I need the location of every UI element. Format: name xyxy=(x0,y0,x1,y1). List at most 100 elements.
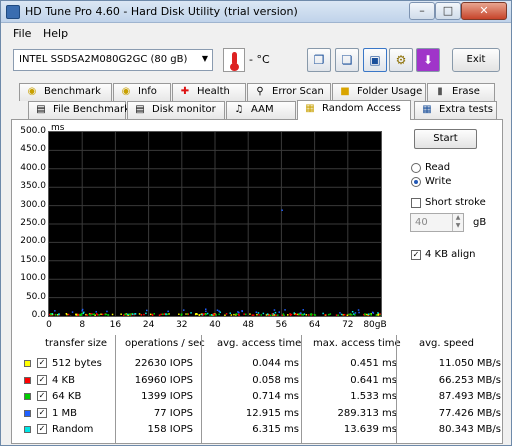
data-point xyxy=(126,313,129,316)
series-checkbox[interactable]: ✓ xyxy=(37,407,47,418)
maximize-button[interactable]: □ xyxy=(435,2,461,20)
table-row: ✓ 512 bytes 22630 IOPS 0.044 ms 0.451 ms 11.0… xyxy=(11,355,503,371)
short-stroke-checkbox[interactable] xyxy=(411,198,421,208)
speaker-icon: ♫ xyxy=(234,104,244,115)
write-label: Write xyxy=(425,176,452,187)
drive-select-value: INTEL SSDSA2M080G2GC (80 gB) xyxy=(19,54,188,65)
align-checkbox[interactable]: ✓ xyxy=(411,250,421,260)
app-icon xyxy=(6,5,20,19)
menu-bar: File Help xyxy=(1,24,511,44)
transfer-size-cell: 512 bytes xyxy=(52,358,102,369)
series-color-swatch xyxy=(24,376,31,384)
data-point xyxy=(51,313,54,315)
tab-erase[interactable]: ▮ Erase xyxy=(427,83,495,101)
drive-select[interactable]: INTEL SSDSA2M080G2GC (80 gB) ▼ xyxy=(13,49,213,71)
data-point xyxy=(138,313,141,315)
tab-folder-usage[interactable]: ■ Folder Usage xyxy=(332,83,426,101)
read-radio[interactable] xyxy=(411,163,421,173)
tab-health[interactable]: ✚ Health xyxy=(172,83,246,101)
data-point xyxy=(55,314,57,316)
tab-aam[interactable]: ♫ AAM xyxy=(226,101,296,119)
data-point xyxy=(303,313,306,315)
data-point xyxy=(270,314,272,316)
data-point xyxy=(149,313,152,316)
tab-disk-monitor[interactable]: ▤ Disk monitor xyxy=(127,101,225,119)
folder-icon: ■ xyxy=(340,86,350,97)
data-point xyxy=(167,310,169,313)
chevron-down-icon: ▼ xyxy=(201,54,208,63)
max-cell: 289.313 ms xyxy=(337,407,397,419)
data-point xyxy=(335,314,338,316)
data-point xyxy=(258,314,260,316)
avg-cell: 12.915 ms xyxy=(245,407,299,419)
access-time-chart xyxy=(48,131,382,318)
data-point xyxy=(98,314,100,316)
menu-file[interactable]: File xyxy=(13,27,31,40)
series-checkbox[interactable]: ✓ xyxy=(37,424,47,434)
minimize-button[interactable]: – xyxy=(409,2,435,20)
copy-text-icon[interactable]: ❐ xyxy=(307,48,331,72)
data-point xyxy=(324,314,327,316)
y-tick-label: 200.0 xyxy=(20,236,46,247)
write-radio[interactable] xyxy=(411,177,421,187)
data-point xyxy=(129,314,131,316)
data-point xyxy=(165,313,167,316)
save-icon[interactable]: ▣ xyxy=(363,48,387,72)
speed-cell: 77.426 MB/s xyxy=(438,407,501,419)
health-icon: ✚ xyxy=(180,86,190,97)
data-point xyxy=(278,311,280,313)
tab-info[interactable]: ◉ Info xyxy=(113,83,171,101)
series-checkbox[interactable]: ✓ xyxy=(37,374,47,385)
data-point xyxy=(143,313,145,316)
series-checkbox[interactable]: ✓ xyxy=(37,391,47,401)
options-icon[interactable]: ⚙ xyxy=(389,48,413,72)
tab-file-benchmark[interactable]: ▤ File Benchmark xyxy=(28,101,130,119)
transfer-size-cell: 1 MB xyxy=(52,407,78,419)
monitor-icon: ▤ xyxy=(135,104,145,115)
x-tick-label: 24 xyxy=(142,320,155,330)
close-button[interactable]: ✕ xyxy=(461,2,507,20)
menu-help[interactable]: Help xyxy=(43,27,68,40)
exit-button[interactable]: Exit xyxy=(452,48,500,72)
data-point xyxy=(183,309,185,311)
stroke-spinner[interactable]: ▲ ▼ xyxy=(452,214,463,231)
data-point xyxy=(377,312,379,314)
data-point xyxy=(314,314,317,316)
avg-cell: 0.044 ms xyxy=(252,358,299,369)
table-row: ✓ 1 MB 77 IOPS 12.915 ms 289.313 ms 77.426 MB… xyxy=(11,405,503,421)
start-button[interactable]: Start xyxy=(414,129,477,149)
x-tick-label: 32 xyxy=(176,320,188,330)
data-point xyxy=(255,311,258,313)
data-point xyxy=(58,313,60,315)
data-point xyxy=(275,314,277,316)
data-point xyxy=(343,314,346,316)
data-point xyxy=(233,313,235,316)
data-point xyxy=(266,313,269,315)
data-point xyxy=(305,314,308,316)
data-point xyxy=(95,311,97,313)
tab-extra-tests[interactable]: ▦ Extra tests xyxy=(414,101,497,119)
data-point xyxy=(354,312,357,314)
data-point xyxy=(358,311,360,314)
data-point xyxy=(272,313,275,315)
tab-error-scan[interactable]: ⚲ Error Scan xyxy=(247,83,331,101)
data-point xyxy=(302,309,304,311)
data-point xyxy=(308,314,310,316)
short-stroke-label: Short stroke xyxy=(425,197,486,208)
series-checkbox[interactable]: ✓ xyxy=(37,358,47,368)
copy-screenshot-icon[interactable]: ❏ xyxy=(335,48,359,72)
title-bar[interactable]: HD Tune Pro 4.60 - Hard Disk Utility (tr… xyxy=(1,1,511,23)
data-point xyxy=(237,311,239,313)
down-arrow-icon[interactable]: ⬇ xyxy=(416,48,440,72)
data-point xyxy=(218,313,220,316)
y-tick-label: 50.0 xyxy=(25,291,46,302)
avg-cell: 0.714 ms xyxy=(252,391,299,402)
column-divider xyxy=(201,335,202,443)
data-point xyxy=(372,312,375,314)
data-point xyxy=(168,313,170,315)
data-point xyxy=(241,310,243,313)
header-max-access: max. access time xyxy=(313,338,401,349)
tab-benchmark[interactable]: ◉ Benchmark xyxy=(19,83,112,101)
tab-random-access[interactable]: ▦ Random Access xyxy=(297,100,411,120)
series-color-swatch xyxy=(24,360,31,367)
